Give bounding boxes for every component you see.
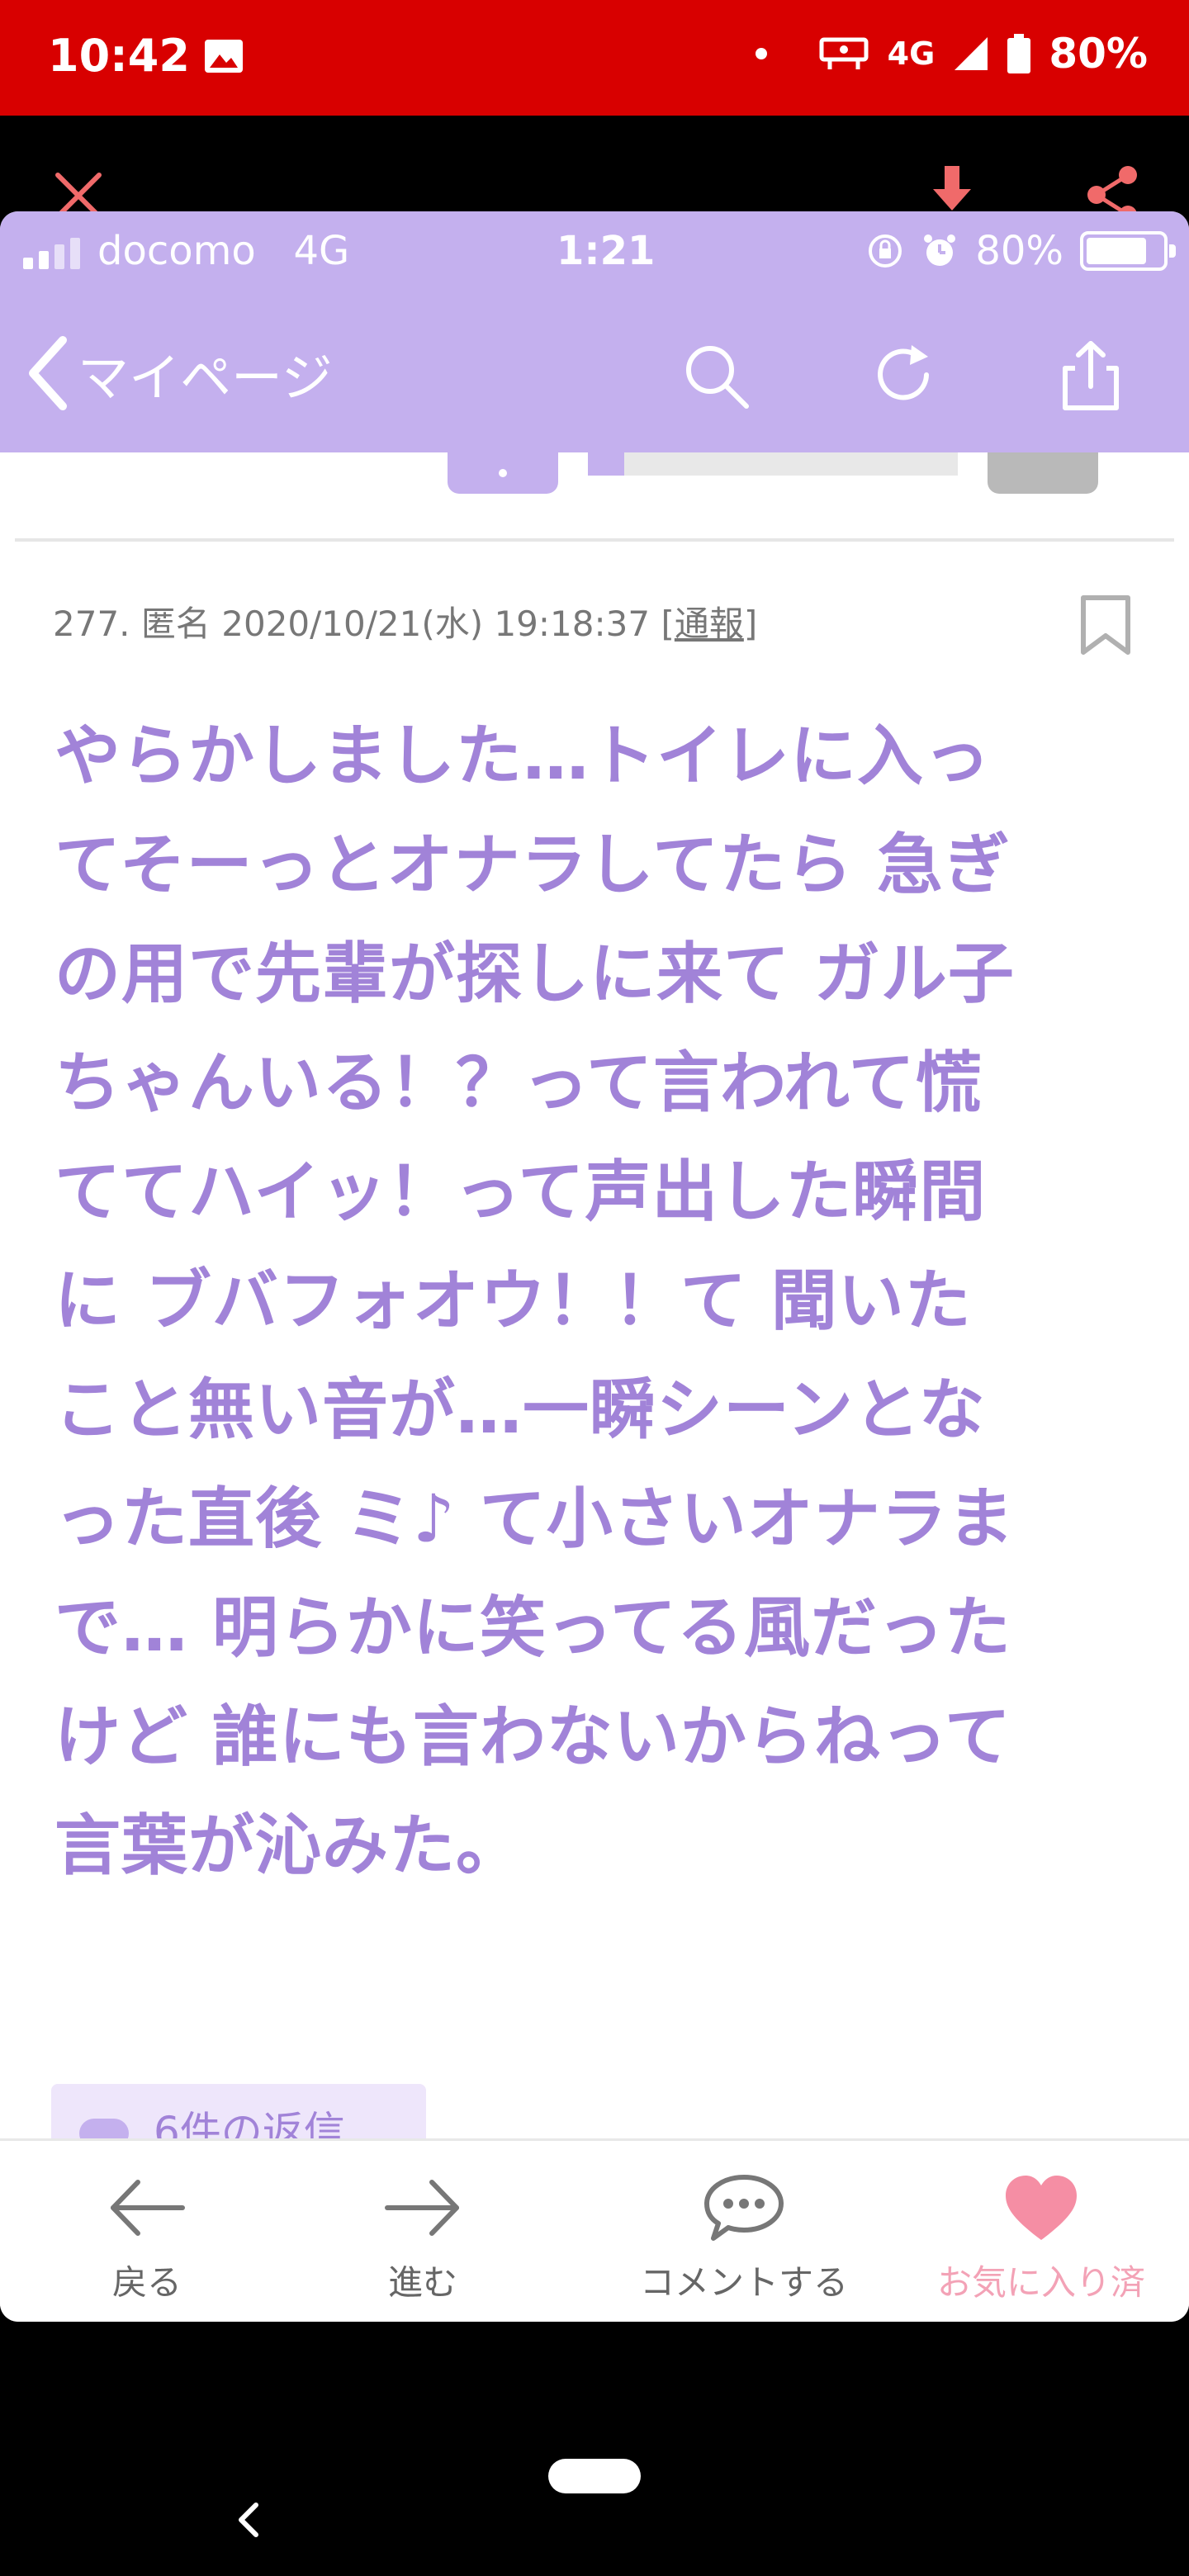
vowifi-icon [819,37,869,69]
rotation-lock-icon [869,234,902,268]
signal-icon [955,37,988,70]
forward-tab[interactable]: 進む [373,2141,472,2322]
post-body: やらかしました…トイレに入っ てそーっとオナラしてたら 急ぎ の用で先輩が探しに… [54,702,1144,1901]
back-tab[interactable]: 戻る [97,2141,197,2322]
post-body-line: で… 明らかに笑ってる風だった [54,1589,1011,1666]
android-network-type: 4G [887,36,936,72]
home-pill-button[interactable] [548,2459,641,2493]
favorite-tab-label: お気に入り済 [936,2262,1145,2303]
image-notification-icon [205,40,243,73]
alarm-icon [924,234,956,266]
arrow-left-icon [111,2180,185,2236]
android-status-bar: 10:42 4G 80% [0,0,1189,116]
image-viewer-toolbar [0,116,1189,224]
comment-tab-label: コメントする [639,2262,848,2303]
battery-icon [1007,34,1031,73]
post-body-line: ちゃんいる！？って言われて慌 [54,1044,983,1121]
reload-icon[interactable] [869,339,943,413]
notification-dot-icon [755,48,767,59]
post-number: 277. [53,604,130,644]
comment-tab[interactable]: コメントする [624,2141,864,2322]
chevron-left-icon [29,336,67,410]
post-body-line: やらかしました…トイレに入っ [54,717,991,794]
ios-battery-icon [1080,231,1176,271]
post-body-line: ててハイッ！って声出した瞬間 [54,1153,987,1230]
ios-carrier: docomo 4G [97,228,350,274]
share-upload-icon[interactable] [1054,339,1128,413]
page-remnant-button-gray [988,452,1098,494]
post-body-line: てそーっとオナラしてたら 急ぎ [54,826,1011,903]
post-author: 匿名 [140,604,211,644]
post-body-line: の用で先輩が探しに来て ガル子 [54,935,1015,1012]
comment-bubble-icon [704,2175,784,2241]
post-body-line: 言葉が沁みた。 [54,1807,523,1884]
back-button-label: マイページ [78,348,333,408]
report-bracket-open: [ [661,604,675,644]
post-body-line: こと無い音が…一瞬シーンとな [54,1371,986,1448]
cellular-signal-icon [23,236,80,269]
post-body-line: けど 誰にも言わないからねって [54,1698,1011,1775]
post-body-line: った直後 ミ♪ て小さいオナラま [54,1480,1015,1557]
ios-header: docomo 4G 1:21 80% マイページ [0,211,1189,452]
ios-battery-level: 80% [975,228,1063,274]
android-clock: 10:42 [48,30,190,82]
arrow-right-icon [385,2180,459,2236]
favorite-tab[interactable]: お気に入り済 [921,2141,1161,2322]
bottom-toolbar: 戻る 進む コメントする お気に入り済 [0,2138,1189,2322]
page-remnant-bar [588,452,958,476]
report-bracket-close: ] [743,604,758,644]
search-icon[interactable] [679,339,753,413]
post-body-line: に ブバフォオウ！！て 聞いた [54,1262,972,1339]
forward-tab-label: 進む [387,2262,457,2303]
bookmark-icon[interactable] [1078,594,1133,656]
browser-nav: マイページ [0,304,1189,436]
screenshot-frame: docomo 4G 1:21 80% マイページ 277. 匿名 2020/10… [0,211,1189,2322]
post-meta: 277. 匿名 2020/10/21(水) 19:18:37 [通報] [53,596,757,646]
chevron-left-icon[interactable] [231,2495,264,2545]
post-datetime: 2020/10/21(水) 19:18:37 [221,604,651,644]
ios-clock: 1:21 [557,228,656,274]
back-to-mypage-button[interactable]: マイページ [25,334,333,413]
back-tab-label: 戻る [111,2262,182,2303]
android-nav-bar [0,2322,1189,2576]
report-link[interactable]: 通報 [675,604,744,644]
heart-icon [1006,2176,1077,2240]
divider [15,538,1174,542]
page-remnant-button [448,452,558,494]
android-battery-level: 80% [1049,30,1148,78]
